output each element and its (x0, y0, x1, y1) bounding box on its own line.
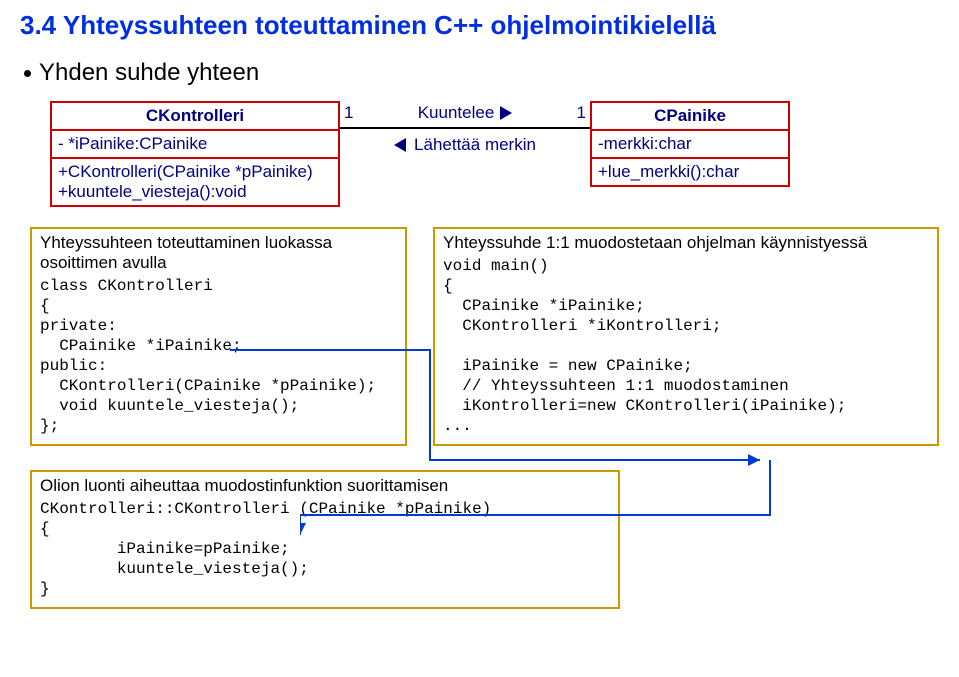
uml-class-attr: - *iPainike:CPainike (52, 131, 338, 159)
uml-class-ckontrolleri: CKontrolleri - *iPainike:CPainike +CKont… (50, 101, 340, 207)
bullet-icon (24, 70, 31, 77)
mult-left: 1 (344, 103, 353, 123)
code-box-main: Yhteyssuhde 1:1 muodostetaan ohjelman kä… (433, 227, 939, 446)
mult-right: 1 (577, 103, 586, 123)
code-caption: Yhteyssuhde 1:1 muodostetaan ohjelman kä… (443, 233, 929, 253)
code-row: Yhteyssuhteen toteuttaminen luokassa oso… (30, 227, 939, 446)
uml-class-cpainike: CPainike -merkki:char +lue_merkki():char (590, 101, 790, 187)
code-box-class-def: Yhteyssuhteen toteuttaminen luokassa oso… (30, 227, 407, 446)
code-caption: Yhteyssuhteen toteuttaminen luokassa oso… (40, 233, 397, 273)
code-caption: Olion luonti aiheuttaa muodostinfunktion… (40, 476, 610, 496)
assoc-top-label: Kuuntelee (418, 103, 495, 123)
uml-class-name: CKontrolleri (52, 103, 338, 131)
arrow-right-icon (500, 106, 512, 120)
uml-class-ops: +CKontrolleri(CPainike *pPainike) +kuunt… (52, 159, 338, 205)
code-content: class CKontrolleri { private: CPainike *… (40, 276, 397, 436)
uml-association: 1 Kuuntelee 1 Lähettää merkin (340, 101, 590, 155)
subtitle-row: Yhden suhde yhteen (24, 59, 939, 87)
uml-class-attr: -merkki:char (592, 131, 788, 159)
arrow-left-icon (394, 138, 406, 152)
uml-class-ops: +lue_merkki():char (592, 159, 788, 185)
assoc-bottom-label: Lähettää merkin (414, 135, 536, 155)
code-content: void main() { CPainike *iPainike; CKontr… (443, 256, 929, 436)
page-title: 3.4 Yhteyssuhteen toteuttaminen C++ ohje… (20, 10, 939, 41)
assoc-line (340, 127, 590, 129)
subtitle: Yhden suhde yhteen (39, 59, 259, 87)
code-box-constructor: Olion luonti aiheuttaa muodostinfunktion… (30, 470, 620, 609)
uml-diagram: CKontrolleri - *iPainike:CPainike +CKont… (50, 101, 939, 207)
code-content: CKontrolleri::CKontrolleri (CPainike *pP… (40, 499, 610, 599)
uml-class-name: CPainike (592, 103, 788, 131)
